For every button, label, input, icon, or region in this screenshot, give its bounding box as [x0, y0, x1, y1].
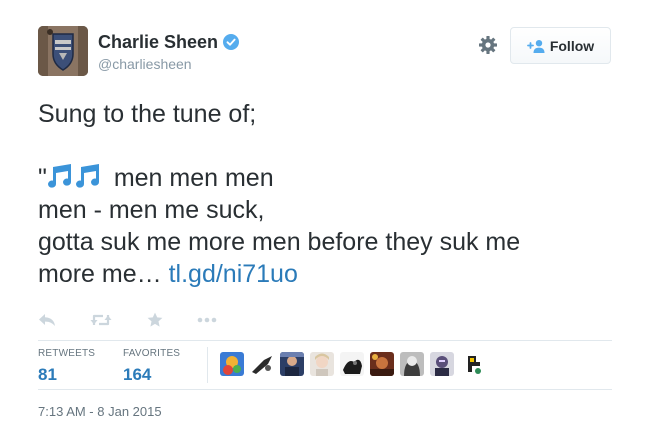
follow-user-icon: [526, 39, 545, 53]
tweet-line: men - men me suck,: [38, 196, 265, 224]
retweet-icon[interactable]: [90, 313, 112, 327]
favorites-label: FAVORITES: [123, 348, 181, 359]
tweet-line: more me… tl.gd/ni71uo: [38, 258, 618, 290]
follow-button-label: Follow: [549, 37, 595, 54]
divider: [38, 389, 612, 390]
tweet-line-text: men men men: [106, 164, 274, 192]
display-name[interactable]: Charlie Sheen: [98, 32, 218, 52]
verified-badge-icon: [223, 34, 240, 50]
favoriter-avatar[interactable]: [460, 352, 484, 376]
stats-separator: [207, 347, 208, 383]
favoriter-avatar[interactable]: [430, 352, 454, 376]
favorites-stat[interactable]: FAVORITES 164: [123, 348, 180, 386]
favorite-icon[interactable]: [147, 312, 163, 328]
favoriter-avatars: [220, 352, 490, 376]
user-name-row[interactable]: Charlie Sheen: [98, 32, 240, 52]
avatar-image: [38, 26, 88, 76]
favoriter-avatar[interactable]: [280, 352, 304, 376]
quote-mark: ": [38, 164, 47, 192]
user-handle[interactable]: @charliesheen: [98, 56, 192, 72]
tweet-link[interactable]: tl.gd/ni71uo: [169, 260, 298, 288]
retweets-label: RETWEETS: [38, 348, 96, 359]
favoriter-avatar[interactable]: [220, 352, 244, 376]
favoriter-avatar[interactable]: [370, 352, 394, 376]
tweet-line: " men men men: [38, 162, 618, 194]
favorites-count[interactable]: 164: [123, 364, 180, 386]
favoriter-avatar[interactable]: [400, 352, 424, 376]
tweet-line: Sung to the tune of;: [38, 100, 257, 128]
more-icon[interactable]: [197, 317, 217, 323]
favoriter-avatar[interactable]: [310, 352, 334, 376]
music-notes-icon: [47, 164, 99, 188]
favoriter-avatar[interactable]: [250, 352, 274, 376]
tweet-text: Sung to the tune of; " men men men men -…: [38, 98, 618, 290]
retweets-count[interactable]: 81: [38, 364, 95, 386]
gear-icon[interactable]: [478, 35, 498, 55]
favoriter-avatar[interactable]: [340, 352, 364, 376]
follow-button[interactable]: Follow: [510, 27, 611, 64]
tweet-timestamp[interactable]: 7:13 AM - 8 Jan 2015: [38, 404, 162, 419]
reply-icon[interactable]: [38, 313, 56, 327]
tweet-line: gotta suk me more men before they suk me: [38, 228, 521, 256]
retweets-stat[interactable]: RETWEETS 81: [38, 348, 95, 386]
avatar[interactable]: [38, 26, 88, 76]
divider: [38, 340, 612, 341]
tweet-line-text: more me…: [38, 260, 169, 288]
tweet-actions: [38, 312, 217, 328]
